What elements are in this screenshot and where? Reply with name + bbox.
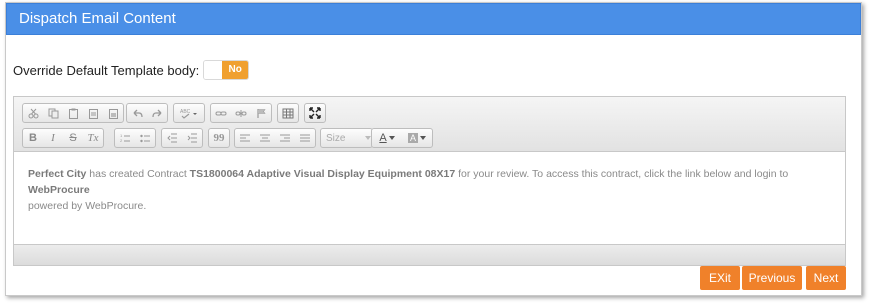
body-text-3: powered by WebProcure.: [28, 200, 147, 212]
copy-icon[interactable]: [43, 104, 63, 122]
paste-word-icon[interactable]: [103, 104, 123, 122]
exit-button[interactable]: EXit: [700, 266, 740, 290]
next-button[interactable]: Next: [806, 266, 846, 290]
email-body-editor[interactable]: Perfect City has created Contract TS1800…: [14, 152, 845, 256]
anchor-icon[interactable]: [251, 104, 271, 122]
bold-icon[interactable]: B: [23, 129, 43, 147]
paste-icon[interactable]: [63, 104, 83, 122]
previous-button[interactable]: Previous: [742, 266, 802, 290]
toggle-value: No: [222, 61, 249, 79]
justify-icon[interactable]: [295, 129, 315, 147]
brand-name: WebProcure: [28, 184, 90, 196]
blocks-group: 99: [208, 128, 230, 148]
table-icon[interactable]: [278, 104, 298, 122]
paste-text-icon[interactable]: [83, 104, 103, 122]
unlink-icon[interactable]: [231, 104, 251, 122]
strikethrough-icon[interactable]: S: [63, 129, 83, 147]
outdent-icon[interactable]: [162, 129, 182, 147]
rich-text-editor: ABC B I S Tx 12 99 Size A A Perfect City…: [13, 96, 846, 266]
numbered-list-icon[interactable]: 12: [115, 129, 135, 147]
editor-statusbar: [14, 244, 845, 265]
override-label: Override Default Template body:: [13, 62, 200, 78]
background-color-icon[interactable]: A: [402, 129, 432, 147]
spellcheck-icon[interactable]: ABC: [174, 104, 204, 122]
maximize-group: [304, 103, 326, 123]
font-size-label: Size: [326, 132, 346, 144]
basic-styles-group: B I S Tx: [22, 128, 104, 148]
align-group: [234, 128, 316, 148]
list-group: 12: [114, 128, 156, 148]
toggle-knob: [204, 61, 223, 79]
override-toggle[interactable]: No: [203, 60, 250, 80]
link-group: [210, 103, 272, 123]
spellcheck-group: ABC: [173, 103, 205, 123]
align-left-icon[interactable]: [235, 129, 255, 147]
colors-group: A A: [371, 128, 433, 148]
blockquote-icon[interactable]: 99: [209, 129, 229, 147]
body-text-2: for your review. To access this contract…: [455, 168, 789, 180]
link-icon[interactable]: [211, 104, 231, 122]
cut-icon[interactable]: [23, 104, 43, 122]
indent-icon[interactable]: [182, 129, 202, 147]
redo-icon[interactable]: [147, 104, 167, 122]
align-center-icon[interactable]: [255, 129, 275, 147]
editor-toolbar: ABC B I S Tx 12 99 Size A A: [14, 97, 845, 152]
override-template-row: Override Default Template body: No: [13, 60, 250, 80]
maximize-icon[interactable]: [305, 104, 325, 122]
italic-icon[interactable]: I: [43, 129, 63, 147]
panel-title: Dispatch Email Content: [6, 3, 861, 35]
body-text-1: has created Contract: [86, 168, 190, 180]
undo-redo-group: [126, 103, 168, 123]
table-group: [277, 103, 299, 123]
bulleted-list-icon[interactable]: [135, 129, 155, 147]
font-size-select[interactable]: Size: [320, 128, 373, 148]
org-name: Perfect City: [28, 168, 87, 180]
align-right-icon[interactable]: [275, 129, 295, 147]
contract-title: TS1800064 Adaptive Visual Display Equipm…: [189, 168, 456, 180]
clipboard-group: [22, 103, 124, 123]
indent-group: [161, 128, 203, 148]
remove-format-icon[interactable]: Tx: [83, 129, 103, 147]
text-color-icon[interactable]: A: [372, 129, 402, 147]
undo-icon[interactable]: [127, 104, 147, 122]
svg-text:2: 2: [120, 138, 123, 143]
